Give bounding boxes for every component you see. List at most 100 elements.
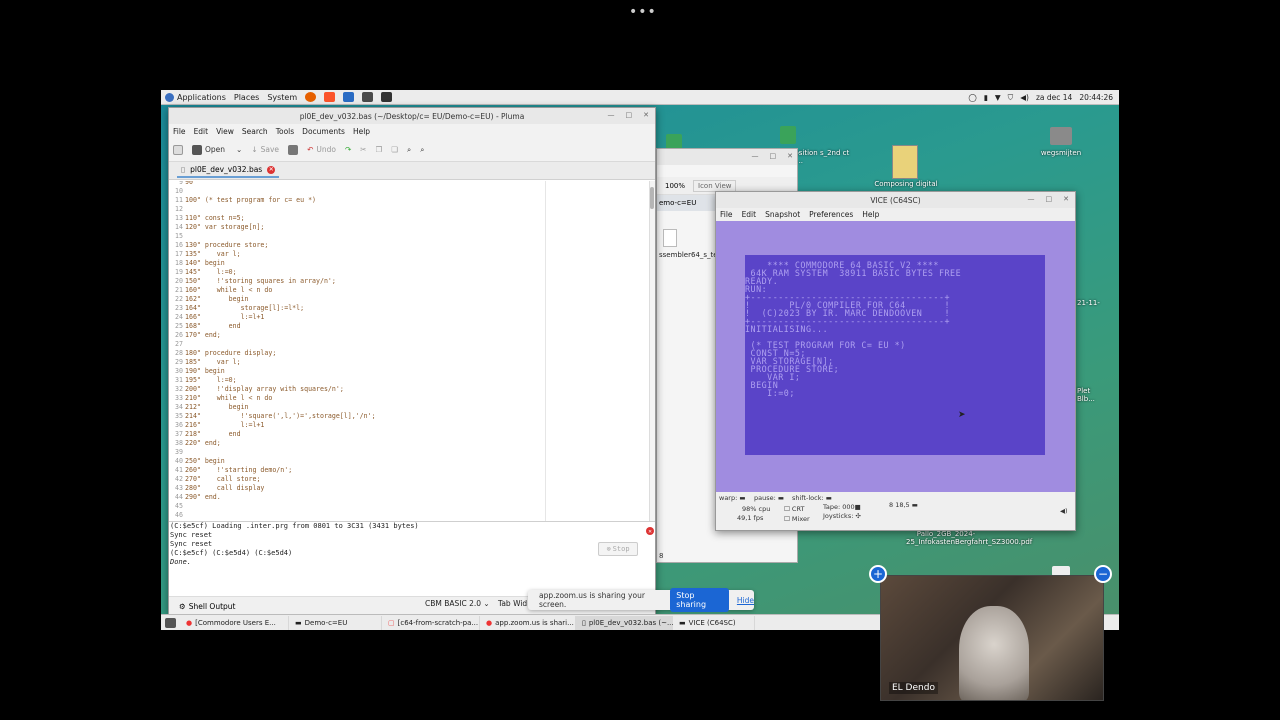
joysticks-indicator[interactable]: Joysticks: ✣ (823, 512, 861, 520)
menu-documents[interactable]: Documents (302, 127, 345, 136)
desktop-file-icon[interactable] (780, 126, 796, 144)
copy-button[interactable]: ❐ (376, 145, 383, 154)
firefox-launcher-icon[interactable] (305, 92, 317, 102)
brave-launcher-icon[interactable] (324, 92, 336, 102)
print-button[interactable] (288, 144, 299, 155)
minimize-icon[interactable]: — (752, 152, 759, 160)
menu-preferences[interactable]: Preferences (809, 210, 853, 219)
desktop-icon-label[interactable]: Pallo_2GB_2024-25_InfokastenBergfahrt_SZ… (906, 530, 1032, 546)
taskbar-item[interactable]: ▬ Demo-c=EU (289, 615, 382, 630)
language-selector[interactable]: CBM BASIC 2.0 ⌄ (425, 599, 490, 608)
minimize-video-icon[interactable]: − (1094, 565, 1112, 583)
file-manager-titlebar[interactable]: — □ ✕ (657, 149, 797, 165)
app-launcher-icon[interactable] (343, 92, 355, 102)
save-button[interactable]: ↓ Save (251, 145, 279, 154)
taskbar-item[interactable]: ● [Commodore Users E... (180, 615, 289, 630)
scrollbar-thumb[interactable] (650, 187, 654, 209)
stop-sharing-button[interactable]: Stop sharing (670, 588, 729, 612)
pluma-titlebar[interactable]: pl0E_dev_v032.bas (~/Desktop/c= EU/Demo-… (169, 108, 655, 124)
chevron-down-icon[interactable]: ⌄ (236, 145, 242, 154)
taskbar-item[interactable]: ▯ pl0E_dev_v032.bas (~... (576, 615, 674, 630)
paste-button[interactable]: ❏ (391, 145, 398, 154)
c64-screen-border[interactable]: **** COMMODORE 64 BASIC V2 **** 64K RAM … (716, 221, 1075, 492)
taskbar-item[interactable]: ● app.zoom.us is shari... (480, 615, 576, 630)
clock-time[interactable]: 20:44:26 (1079, 93, 1113, 102)
system-menu[interactable]: System (263, 90, 301, 105)
menu-file[interactable]: File (720, 210, 733, 219)
desktop-icon-label[interactable]: 21-11- (1077, 299, 1107, 307)
crt-checkbox[interactable]: ☐ CRT (784, 505, 804, 513)
close-icon[interactable]: ✕ (643, 111, 649, 119)
drive-status[interactable]: 8 18,5 ▬ (889, 501, 918, 509)
shell-output-panel[interactable]: (C:$e5cf) Loading .inter.prg from 0801 t… (169, 521, 655, 596)
maximize-icon[interactable]: □ (626, 111, 633, 119)
find-replace-button[interactable]: ⌕ (420, 145, 424, 155)
close-icon[interactable]: ✕ (787, 152, 793, 160)
update-icon[interactable]: ⛉ (1008, 93, 1014, 103)
maximize-icon[interactable]: □ (1046, 195, 1053, 203)
desktop-icon-label[interactable]: Plet Blb... (1077, 387, 1107, 403)
new-button[interactable] (173, 144, 183, 155)
volume-icon[interactable]: ◀) (1060, 507, 1068, 515)
tab-width-selector[interactable]: Tab Wid (498, 599, 527, 608)
terminal-launcher-icon[interactable] (381, 92, 393, 102)
applications-menu[interactable]: Applications (161, 90, 230, 105)
pause-indicator[interactable]: pause: ▬ (754, 494, 784, 502)
menu-help[interactable]: Help (353, 127, 370, 136)
menu-file[interactable]: File (173, 127, 186, 136)
code-editor[interactable]: 9 90" 10 11 100" (* test program for c= eu *… (169, 181, 655, 521)
vice-window[interactable]: VICE (C64SC) — □ ✕ File Edit Snapshot Pr… (715, 191, 1076, 531)
shift-lock-indicator[interactable]: shift-lock: ▬ (792, 494, 832, 502)
find-button[interactable]: ⌕ (407, 145, 411, 155)
monitor-launcher-icon[interactable] (362, 92, 374, 102)
webcam-video[interactable]: EL Dendo (880, 575, 1104, 701)
close-icon[interactable]: ✕ (1063, 195, 1069, 203)
hide-link[interactable]: Hide (737, 596, 754, 605)
menu-snapshot[interactable]: Snapshot (765, 210, 800, 219)
close-tab-icon[interactable]: ✕ (267, 165, 276, 174)
zoom-more-icon[interactable]: ••• (629, 4, 657, 20)
places-menu[interactable]: Places (230, 90, 263, 105)
battery-icon[interactable]: ▮ (984, 93, 988, 102)
network-icon[interactable]: ◯ (968, 93, 976, 102)
warp-indicator[interactable]: warp: ▬ (719, 494, 746, 502)
zoom-level[interactable]: 100% (665, 182, 685, 190)
minimize-icon[interactable]: — (608, 111, 615, 119)
open-button[interactable]: Open ⌄ (192, 144, 242, 155)
menu-edit[interactable]: Edit (194, 127, 209, 136)
c64-screen[interactable]: **** COMMODORE 64 BASIC V2 **** 64K RAM … (745, 255, 1045, 455)
menu-tools[interactable]: Tools (276, 127, 294, 136)
menu-help[interactable]: Help (862, 210, 879, 219)
text-file-icon[interactable] (663, 229, 677, 247)
close-panel-icon[interactable]: ✕ (646, 527, 654, 535)
menu-view[interactable]: View (216, 127, 234, 136)
volume-icon[interactable]: ◀) (1020, 93, 1029, 102)
minimize-icon[interactable]: — (1028, 195, 1035, 203)
clock-date[interactable]: za dec 14 (1036, 93, 1072, 102)
show-desktop-icon[interactable] (165, 617, 176, 628)
folder-icon[interactable] (1050, 127, 1072, 145)
maximize-icon[interactable]: □ (770, 152, 777, 160)
editor-scrollbar[interactable] (649, 181, 655, 521)
desktop-icon-label[interactable]: Composing digital (871, 180, 941, 188)
tape-counter[interactable]: Tape: 000■ (823, 503, 861, 511)
view-selector[interactable]: Icon View (693, 179, 737, 192)
taskbar-item[interactable]: ▢ [c64-from-scratch-pa... (382, 615, 480, 630)
undo-button[interactable]: ↶ Undo (307, 145, 336, 154)
menu-search[interactable]: Search (242, 127, 268, 136)
mixer-checkbox[interactable]: ☐ Mixer (784, 515, 810, 523)
pluma-window[interactable]: pl0E_dev_v032.bas (~/Desktop/c= EU/Demo-… (168, 107, 656, 616)
cut-button[interactable]: ✂ (360, 145, 366, 154)
file-label[interactable]: ssembler64_s_test_v2p06.bas (659, 251, 764, 259)
redo-button[interactable]: ↷ (345, 145, 351, 154)
desktop-icon-label[interactable]: wegsmijten (1033, 149, 1089, 157)
menu-edit[interactable]: Edit (742, 210, 757, 219)
add-icon[interactable]: + (869, 565, 887, 583)
document-tab[interactable]: ▯ pl0E_dev_v032.bas ✕ (177, 163, 280, 178)
book-cover-icon[interactable] (892, 145, 918, 179)
desktop-icon-label[interactable]: position s_2nd ct Ja... (790, 149, 850, 165)
wifi-icon[interactable]: ▼ (995, 93, 1001, 102)
vice-titlebar[interactable]: VICE (C64SC) — □ ✕ (716, 192, 1075, 208)
taskbar-item[interactable]: ▬ VICE (C64SC) (673, 615, 755, 630)
stop-button[interactable]: ⊗ Stop (598, 542, 638, 556)
